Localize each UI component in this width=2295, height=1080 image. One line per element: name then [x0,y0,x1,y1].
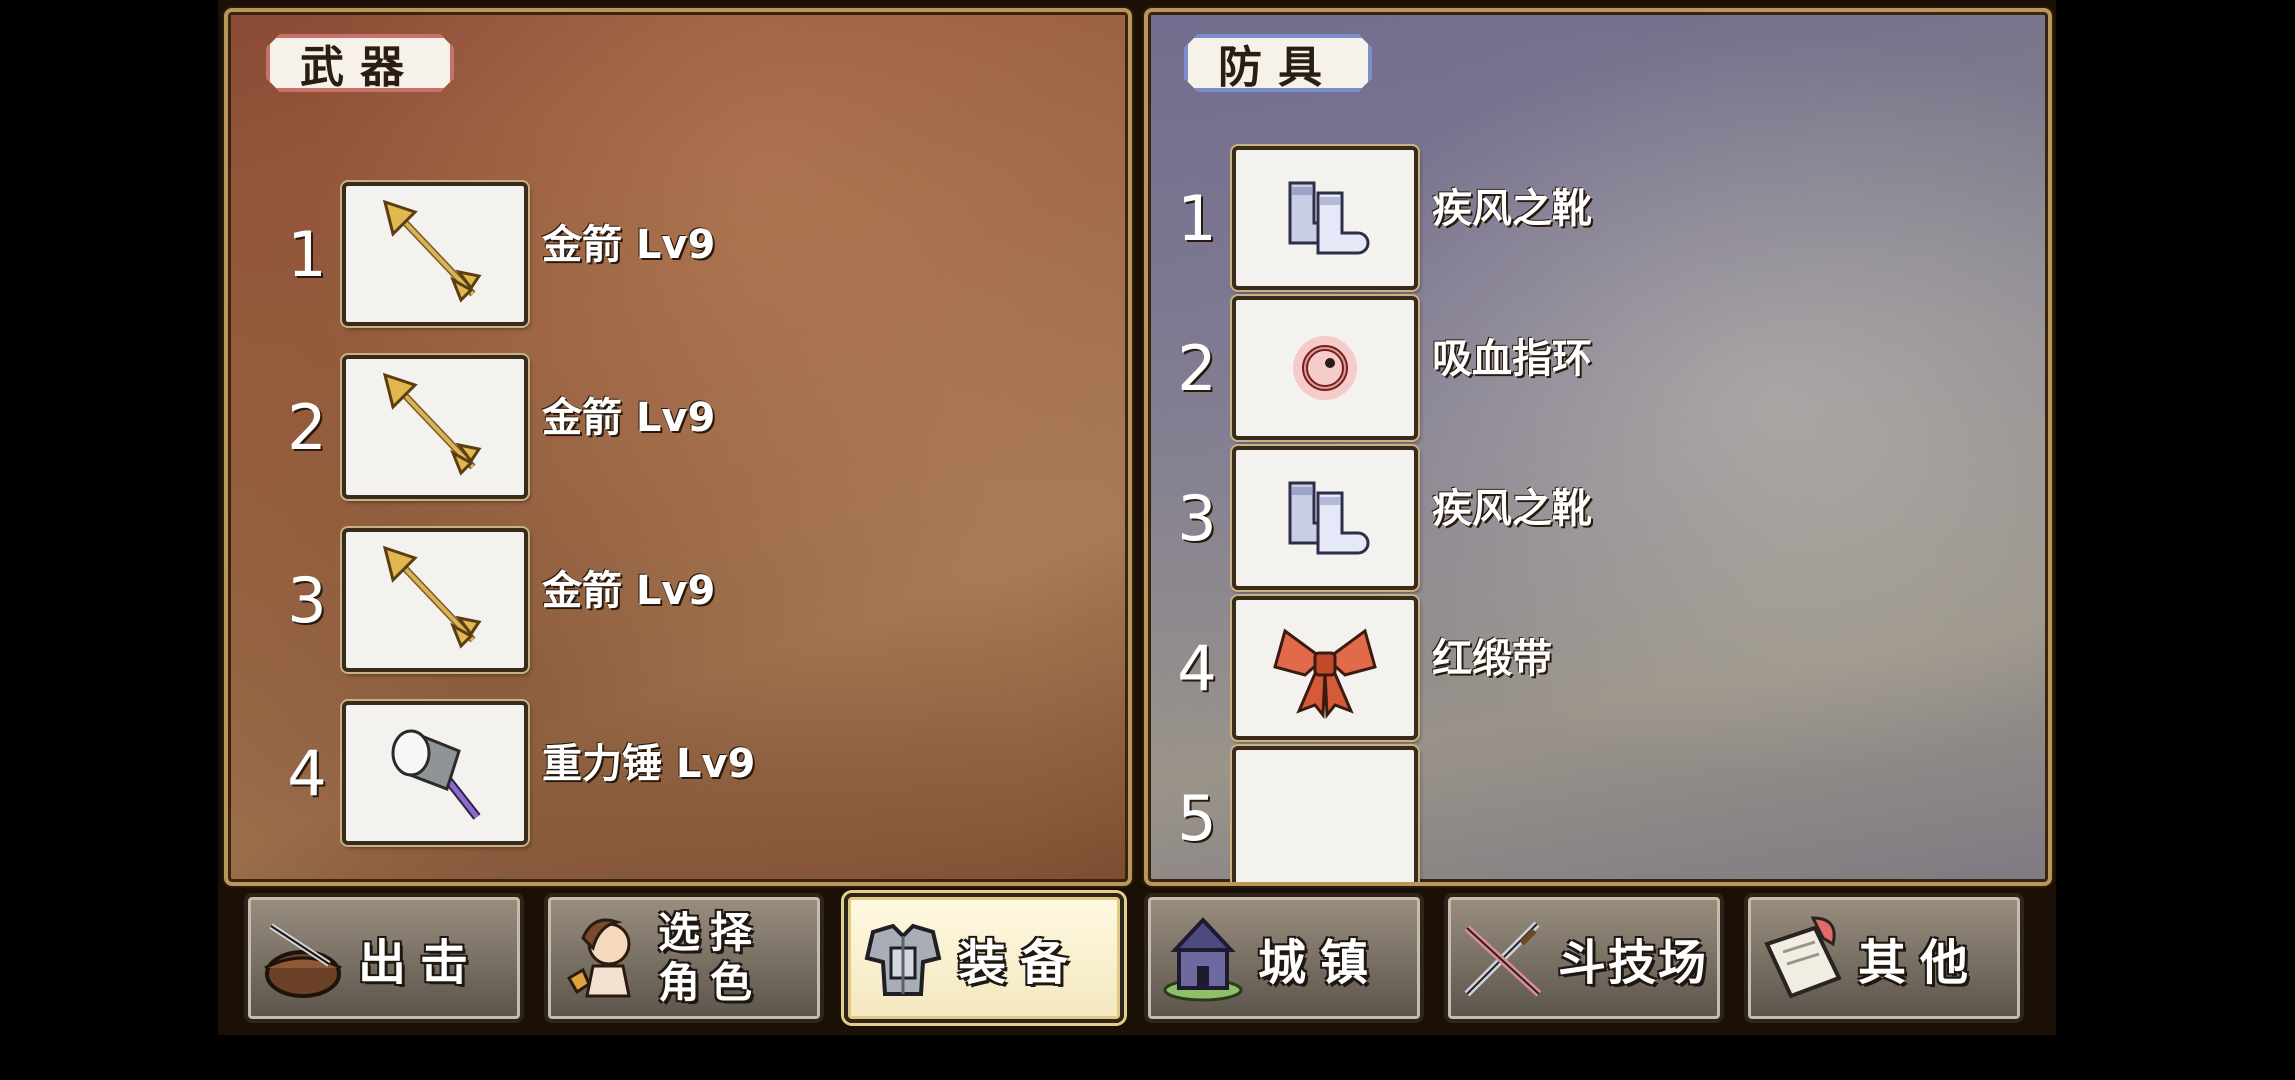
town-label: 城镇 [1258,935,1383,991]
weapon-name: 金箭 Lv9 [542,222,716,268]
slot-number: 1 [287,217,327,291]
gold-arrow-icon [382,199,482,303]
armor-slot-2[interactable]: 2 吸血指环 [1162,296,1592,440]
armor-slot-box[interactable] [1232,296,1418,440]
gale-boots-icon [1288,481,1370,555]
slot-number: 1 [1177,181,1217,255]
weapon-slot-2[interactable]: 2 金箭 Lv9 [272,355,715,499]
weapon-panel: 武器 1 金箭 Lv9 2 金箭 Lv9 3 金箭 Lv9 4 重力锤 Lv9 [224,8,1132,886]
weapon-name: 金箭 Lv9 [542,395,716,441]
weapon-slot-box[interactable] [342,528,528,672]
weapon-slot-4[interactable]: 4 重力锤 Lv9 [272,701,755,845]
armor-name: 红缎带 [1432,636,1552,682]
armor-slot-1[interactable]: 1 疾风之靴 [1162,146,1592,290]
equipment-button[interactable]: 装备 [844,893,1124,1023]
sortie-icon [248,903,358,1013]
bottom-nav: 出击 选择 角色 装备 城镇 斗技场 其他 [226,887,2042,1027]
weapon-slot-1[interactable]: 1 金箭 Lv9 [272,182,715,326]
gale-boots-icon [1288,181,1370,255]
armor-slot-4[interactable]: 4 红缎带 [1162,596,1552,740]
red-ribbon-icon [1273,628,1377,720]
weapon-slot-box[interactable] [342,355,528,499]
select-character-label: 选择 角色 [658,908,763,1007]
arena-button[interactable]: 斗技场 [1444,893,1724,1023]
castle-icon [1148,903,1258,1013]
slot-number: 5 [1177,781,1217,855]
armor-panel-title: 防具 [1184,34,1372,92]
scroll-quill-icon [1748,903,1858,1013]
armor-slot-box[interactable] [1232,596,1418,740]
armor-equipment-icon [848,903,958,1013]
character-icon [548,903,658,1013]
sortie-button[interactable]: 出击 [244,893,524,1023]
gold-arrow-icon [382,545,482,649]
weapon-slot-3[interactable]: 3 金箭 Lv9 [272,528,715,672]
slot-number: 2 [1177,331,1217,405]
crossed-swords-icon [1448,903,1558,1013]
town-button[interactable]: 城镇 [1144,893,1424,1023]
slot-number: 3 [287,563,327,637]
armor-slot-box-empty[interactable] [1232,746,1418,882]
gold-arrow-icon [382,372,482,476]
weapon-slot-box[interactable] [342,182,528,326]
vampire-ring-icon [1293,336,1357,400]
arena-label: 斗技场 [1558,935,1709,991]
sortie-label: 出击 [358,935,483,991]
select-character-button[interactable]: 选择 角色 [544,893,824,1023]
slot-number: 4 [1177,631,1217,705]
weapon-panel-title: 武器 [266,34,454,92]
slot-number: 2 [287,390,327,464]
armor-name: 疾风之靴 [1432,486,1592,532]
slot-number: 3 [1177,481,1217,555]
weapon-name: 重力锤 Lv9 [542,741,756,787]
other-label: 其他 [1858,935,1983,991]
armor-slot-box[interactable] [1232,446,1418,590]
slot-number: 4 [287,736,327,810]
weapon-name: 金箭 Lv9 [542,568,716,614]
gravity-hammer-icon [391,729,481,820]
armor-slot-5[interactable]: 5 [1162,746,1432,882]
equipment-label: 装备 [958,935,1083,991]
armor-slot-box[interactable] [1232,146,1418,290]
armor-slot-3[interactable]: 3 疾风之靴 [1162,446,1592,590]
armor-name: 吸血指环 [1432,336,1592,382]
weapon-slot-box[interactable] [342,701,528,845]
armor-name: 疾风之靴 [1432,186,1592,232]
other-button[interactable]: 其他 [1744,893,2024,1023]
armor-panel: 防具 1 疾风之靴 2 吸血指环 3 疾风之靴 4 红缎带 5 [1144,8,2052,886]
